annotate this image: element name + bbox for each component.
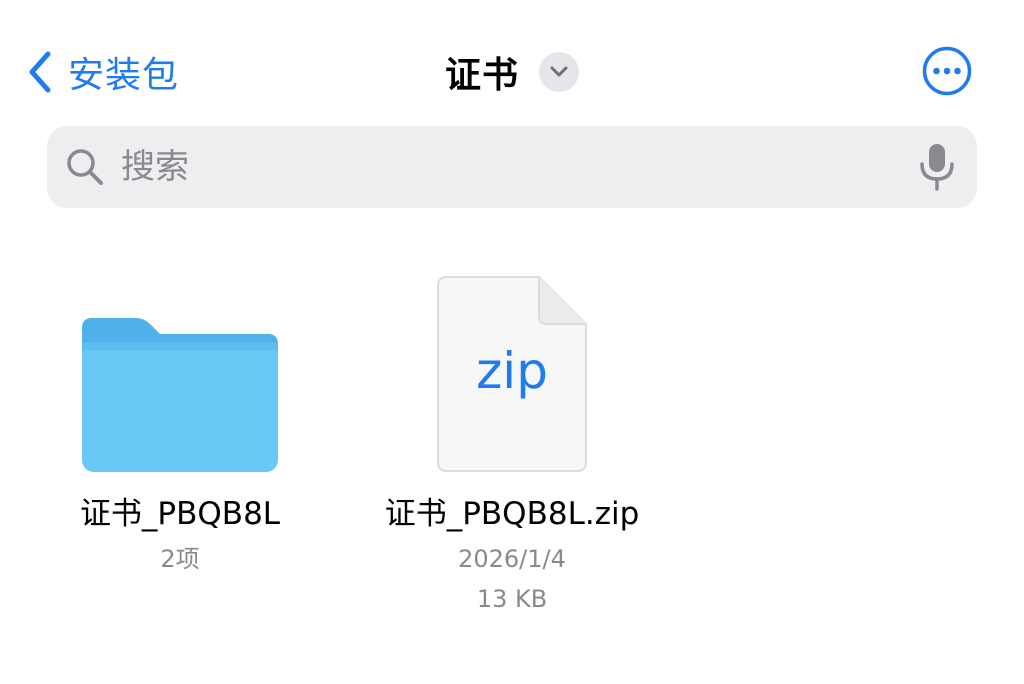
chevron-left-icon: [28, 51, 52, 93]
ellipsis-circle-icon: [922, 46, 972, 96]
page-title: 证书: [444, 55, 519, 96]
folder-icon: [82, 318, 278, 476]
folder-item-count: 2项: [160, 545, 200, 573]
back-button[interactable]: 安装包: [28, 46, 179, 98]
back-button-label: 安装包: [68, 55, 180, 96]
folder-name: 证书_PBQB8L: [79, 496, 281, 532]
files-browser-screen: 安装包 证书 搜索 证书_PBQB8L 2项 zip 证书_PBQB8L.zip…: [0, 0, 1024, 684]
search-bar[interactable]: [47, 126, 977, 208]
file-item[interactable]: zip 证书_PBQB8L.zip 2026/1/4 13 KB: [352, 270, 672, 615]
folder-item[interactable]: 证书_PBQB8L 2项: [40, 270, 320, 575]
microphone-icon[interactable]: [917, 142, 957, 192]
title-menu-button[interactable]: 证书: [445, 46, 579, 98]
more-options-button[interactable]: [922, 46, 972, 96]
file-extension-label: zip: [476, 342, 548, 400]
search-input[interactable]: [119, 146, 917, 188]
file-thumbnail: zip: [352, 270, 672, 474]
magnifying-glass-icon: [65, 147, 105, 187]
folder-thumbnail: [40, 270, 320, 474]
file-name: 证书_PBQB8L.zip: [384, 496, 640, 532]
file-size: 13 KB: [476, 585, 548, 613]
chevron-down-icon: [539, 52, 579, 92]
file-date: 2026/1/4: [458, 545, 566, 573]
